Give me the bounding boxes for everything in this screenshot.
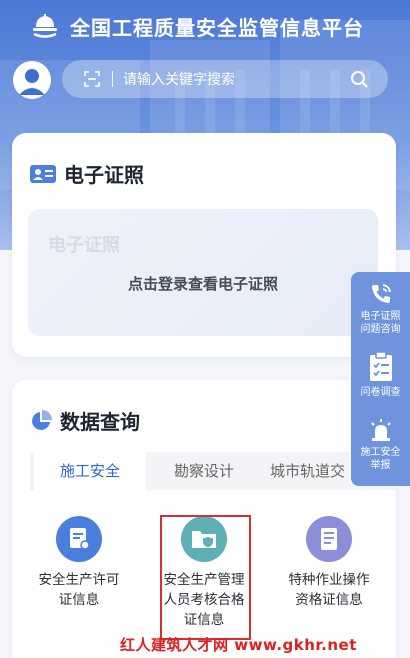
category-tabs: 施工安全 勘察设计 城市轨道交 xyxy=(30,452,396,490)
user-avatar-icon[interactable] xyxy=(13,61,51,99)
survey-clipboard-icon xyxy=(369,352,392,381)
scan-icon[interactable] xyxy=(84,71,100,87)
tab-construction-safety[interactable]: 施工安全 xyxy=(34,452,146,490)
service-label: 特种作业操作 资格证信息 xyxy=(288,572,370,608)
section-title: 电子证照 xyxy=(64,163,144,187)
app-title: 全国工程质量安全监管信息平台 xyxy=(70,15,364,40)
e-certificate-card: 电子证照 电子证照 点击登录查看电子证照 xyxy=(12,133,396,357)
section-title-row: 电子证照 xyxy=(30,159,144,188)
license-icon xyxy=(56,516,102,562)
certificate-login-panel[interactable]: 电子证照 点击登录查看电子证照 xyxy=(28,209,378,336)
title-row: 全国工程质量安全监管信息平台 xyxy=(30,10,364,42)
document-icon xyxy=(306,516,352,562)
highlight-box xyxy=(160,515,251,640)
site-watermark: 红人建筑人才网 www.gkhr.net xyxy=(120,636,357,654)
section-title: 数据查询 xyxy=(60,410,140,434)
section-title-row: 数据查询 xyxy=(30,406,140,435)
search-input[interactable]: 请输入关键字搜索 xyxy=(123,69,350,89)
login-prompt[interactable]: 点击登录查看电子证照 xyxy=(28,273,378,294)
construction-helmet-logo-icon xyxy=(33,14,57,38)
search-divider xyxy=(112,71,113,87)
search-bar[interactable]: 请输入关键字搜索 xyxy=(62,60,388,98)
tab-survey-design[interactable]: 勘察设计 xyxy=(148,452,260,490)
float-item-report[interactable]: 施工安全 举报 xyxy=(351,418,410,472)
certificate-watermark: 电子证照 xyxy=(48,235,120,256)
id-card-icon xyxy=(30,164,56,183)
phone-support-icon xyxy=(371,284,391,303)
float-item-survey[interactable]: 问卷调查 xyxy=(351,352,410,399)
float-item-consult[interactable]: 电子证照 问题咨询 xyxy=(351,282,410,336)
search-icon[interactable] xyxy=(350,70,368,88)
alarm-light-icon xyxy=(370,419,391,441)
service-label: 安全生产许可 证信息 xyxy=(38,572,120,608)
service-special-operation[interactable]: 特种作业操作 资格证信息 xyxy=(274,516,384,610)
pie-chart-icon xyxy=(32,409,52,430)
service-safety-license[interactable]: 安全生产许可 证信息 xyxy=(24,516,134,610)
floating-side-bar: 电子证照 问题咨询 问卷调查 施工安全 举报 xyxy=(351,272,410,486)
